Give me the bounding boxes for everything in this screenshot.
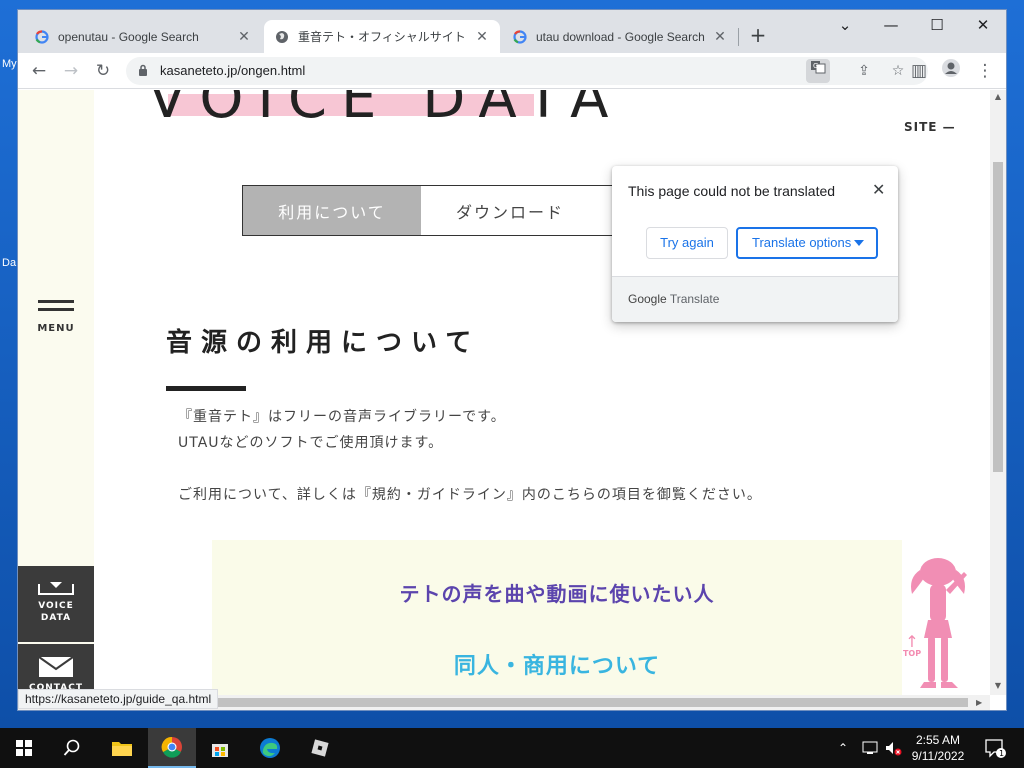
- system-clock[interactable]: 2:55 AM 9/11/2022: [900, 732, 976, 764]
- scroll-thumb[interactable]: [208, 698, 968, 707]
- tab-title: 重音テト・オフィシャルサイト: [298, 30, 466, 44]
- data-label: DATA: [40, 613, 72, 623]
- voice-data-icon: [38, 582, 74, 595]
- tab-openutau-search[interactable]: openutau - Google Search ✕: [24, 20, 262, 53]
- tab-search-button[interactable]: ⌄: [822, 10, 868, 40]
- translate-footer: Google Translate: [612, 276, 898, 322]
- tab-title: openutau - Google Search: [58, 29, 199, 44]
- translate-options-button[interactable]: Translate options: [736, 227, 878, 259]
- close-icon[interactable]: ✕: [872, 180, 885, 199]
- chrome-taskbar-button[interactable]: [148, 728, 196, 768]
- close-icon[interactable]: ✕: [236, 28, 252, 45]
- page-heading: 音源の利用について: [166, 328, 481, 358]
- contact-button[interactable]: CONTACT: [18, 644, 94, 695]
- tab-utau-download-search[interactable]: utau download - Google Search ✕: [502, 20, 738, 53]
- hero-title: VOICE DATA: [148, 90, 623, 131]
- edge-button[interactable]: [246, 728, 294, 768]
- close-icon[interactable]: ✕: [474, 28, 490, 45]
- page-viewport: MENU VOICE DATA SITE — 利用について ダウンロード 音源の…: [18, 90, 990, 695]
- new-tab-button[interactable]: +: [746, 24, 770, 48]
- guide-box: テトの声を曲や動画に使いたい人 同人・商用について: [212, 540, 902, 695]
- tab-strip: openutau - Google Search ✕ 重音テト・オフィシャルサイ…: [18, 10, 1006, 53]
- forward-button[interactable]: →: [58, 58, 84, 84]
- tab-usage[interactable]: 利用について: [243, 186, 421, 235]
- paragraph-line: UTAUなどのソフトでご使用頂けます。: [178, 435, 444, 451]
- vertical-scrollbar[interactable]: ▲ ▼: [990, 90, 1006, 695]
- profile-avatar-icon[interactable]: [938, 58, 964, 84]
- windows-icon: [16, 740, 32, 756]
- roblox-icon: [311, 739, 329, 757]
- arrow-up-icon: ↑: [905, 632, 919, 651]
- menu-label: MENU: [37, 323, 75, 334]
- voice-label: VOICE: [38, 601, 74, 611]
- search-button[interactable]: [48, 728, 96, 768]
- google-icon: [512, 29, 528, 45]
- maximize-button[interactable]: ☐: [914, 10, 960, 40]
- address-bar[interactable]: kasaneteto.jp/ongen.html G ⇪ ☆: [126, 57, 928, 85]
- tab-kasaneteto[interactable]: 重音テト・オフィシャルサイト ✕: [264, 20, 500, 53]
- google-icon: [34, 29, 50, 45]
- store-button[interactable]: [196, 728, 244, 768]
- google-translate-logo: Google Translate: [628, 292, 720, 306]
- back-button[interactable]: ←: [26, 58, 52, 84]
- show-hidden-icons[interactable]: ⌃: [838, 728, 848, 768]
- close-window-button[interactable]: ✕: [960, 10, 1006, 40]
- reload-button[interactable]: ↻: [90, 58, 116, 84]
- globe-icon: [274, 29, 290, 45]
- folder-icon: [112, 742, 132, 756]
- caret-down-icon: [854, 240, 864, 246]
- store-icon: [212, 744, 228, 757]
- translate-icon[interactable]: G: [806, 59, 830, 83]
- roblox-button[interactable]: [296, 728, 344, 768]
- browser-toolbar: ← → ↻ kasaneteto.jp/ongen.html G ⇪ ☆ ▥ ⋮: [18, 53, 1006, 89]
- scroll-up-icon[interactable]: ▲: [990, 92, 1006, 101]
- lock-icon[interactable]: [138, 64, 148, 76]
- minimize-button[interactable]: —: [868, 10, 914, 40]
- menu-button[interactable]: MENU: [36, 300, 76, 335]
- clock-time: 2:55 AM: [915, 733, 961, 747]
- start-button[interactable]: [0, 728, 48, 768]
- paragraph-line: ご利用について、詳しくは『規約・ガイドライン』内のこちらの項目を御覧ください。: [178, 487, 762, 503]
- translate-options-label: Translate options: [752, 235, 852, 250]
- search-icon: [63, 739, 80, 756]
- svg-text:G: G: [813, 62, 818, 70]
- translate-popup: This page could not be translated ✕ Try …: [612, 166, 898, 322]
- url-text[interactable]: kasaneteto.jp/ongen.html: [160, 63, 305, 78]
- heading-underline: [166, 386, 246, 391]
- site-tag: SITE —: [904, 120, 956, 134]
- side-panel-icon[interactable]: ▥: [906, 58, 932, 84]
- tab-title: utau download - Google Search: [536, 29, 705, 44]
- link-doujin-commercial[interactable]: 同人・商用について: [212, 648, 902, 680]
- tab-separator: [738, 28, 739, 46]
- scroll-thumb[interactable]: [993, 162, 1003, 472]
- desktop-icon-label[interactable]: My: [2, 58, 17, 70]
- taskbar: ⌃ 2:55 AM 9/11/2022 1: [0, 728, 1024, 768]
- action-center-button[interactable]: 1: [984, 728, 1006, 768]
- notification-icon: 1: [985, 739, 1006, 758]
- translate-message: This page could not be translated: [628, 183, 836, 199]
- share-icon[interactable]: ⇪: [852, 59, 876, 83]
- scroll-right-icon[interactable]: ▶: [976, 695, 982, 710]
- file-explorer-button[interactable]: [98, 728, 146, 768]
- svg-text:1: 1: [999, 749, 1004, 758]
- tab-download[interactable]: ダウンロード: [421, 186, 599, 235]
- chrome-icon: [161, 736, 182, 758]
- browser-window: openutau - Google Search ✕ 重音テト・オフィシャルサイ…: [18, 10, 1006, 710]
- back-to-top-button[interactable]: ↑ TOP: [900, 632, 924, 659]
- network-icon[interactable]: [862, 728, 880, 768]
- edge-icon: [260, 738, 280, 758]
- top-label: TOP: [902, 649, 922, 658]
- mail-icon: [38, 656, 74, 677]
- status-bar-url: https://kasaneteto.jp/guide_qa.html: [18, 689, 219, 709]
- desktop-icon-label[interactable]: Da: [2, 257, 16, 269]
- close-icon[interactable]: ✕: [712, 28, 728, 45]
- paragraph-line: 『重音テト』はフリーの音声ライブラリーです。: [178, 409, 506, 425]
- clock-date: 9/11/2022: [911, 749, 965, 763]
- try-again-button[interactable]: Try again: [646, 227, 728, 259]
- voice-data-button[interactable]: VOICE DATA: [18, 566, 94, 642]
- link-use-voice[interactable]: テトの声を曲や動画に使いたい人: [212, 578, 902, 607]
- more-menu-icon[interactable]: ⋮: [972, 58, 998, 84]
- mascot-silhouette: [911, 558, 967, 688]
- scroll-down-icon[interactable]: ▼: [990, 681, 1006, 690]
